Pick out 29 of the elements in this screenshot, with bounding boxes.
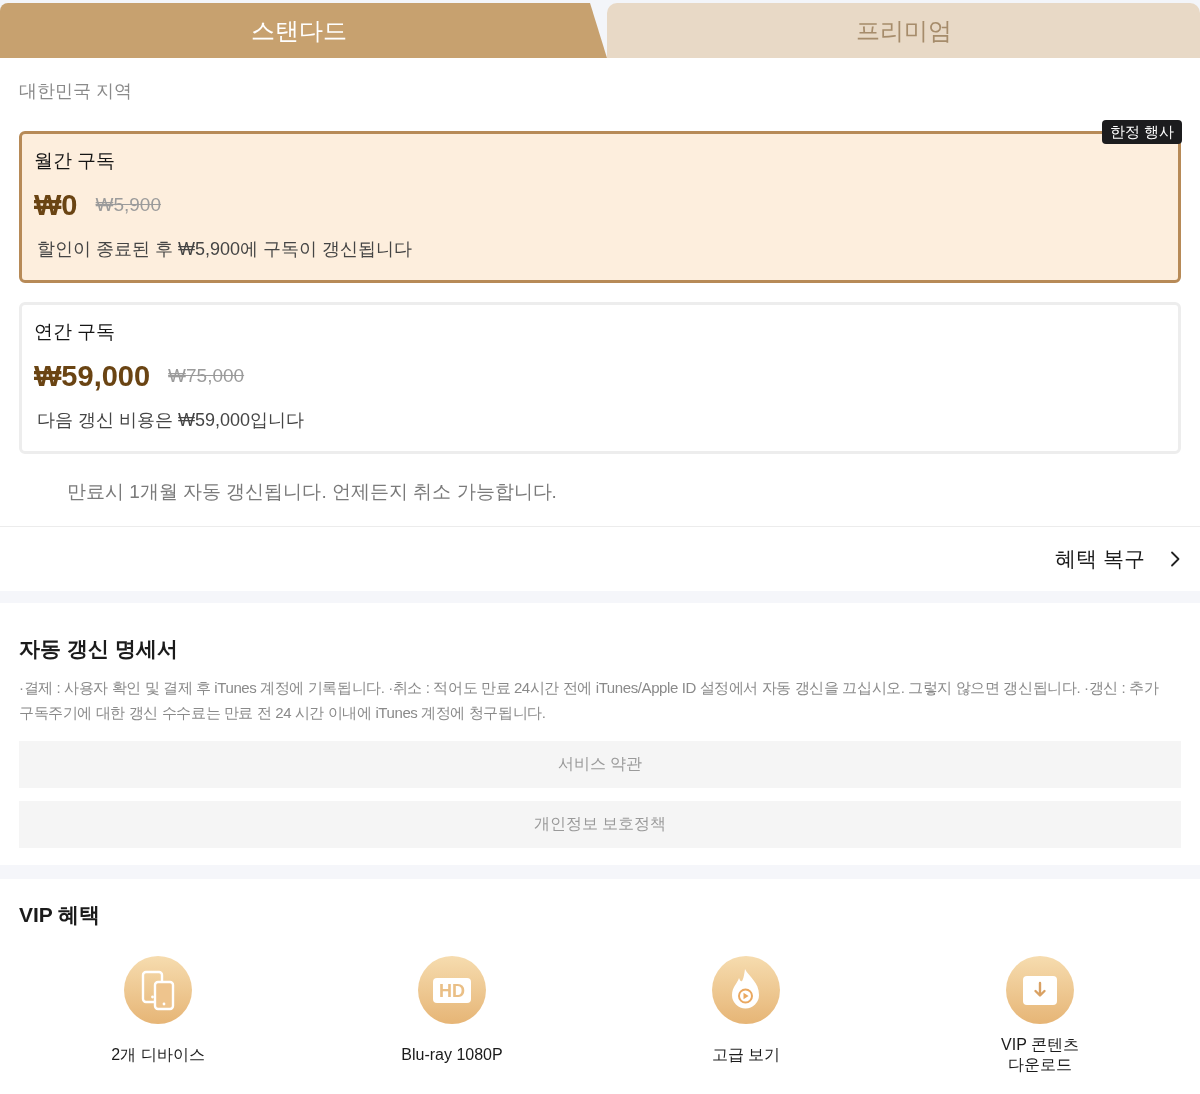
benefit-label: VIP 콘텐츠 다운로드 [1001, 1035, 1079, 1075]
region-label: 대한민국 지역 [18, 80, 133, 103]
plan-name: 연간 구독 [34, 321, 116, 342]
plan-price: ₩0 [34, 188, 78, 223]
renewal-note: 만료시 1개월 자동 갱신됩니다. 언제든지 취소 가능합니다. [67, 481, 557, 502]
benefit-label: 고급 보기 [711, 1045, 781, 1065]
section-title: VIP 혜택 [19, 903, 101, 926]
plan-tab[interactable]: 프리미엄 [607, 3, 1200, 58]
policy-link-button[interactable]: 개인정보 보호정책 [19, 801, 1181, 848]
renewal-info: 할인이 종료된 후 ₩5,900에 구독이 갱신됩니다 [37, 239, 413, 259]
benefit-label: Blu-ray 1080P [401, 1045, 503, 1065]
devices-icon [124, 956, 192, 1024]
promo-badge: 한정 행사 [1101, 120, 1182, 144]
section-title: 자동 갱신 명세서 [19, 637, 178, 660]
hd-icon: HD [418, 956, 486, 1024]
original-price: ₩75,000 [168, 364, 245, 388]
policy-link-button[interactable]: 서비스 약관 [19, 741, 1181, 788]
chevron-right-icon [1170, 551, 1180, 567]
renewal-info: 다음 갱신 비용은 ₩59,000입니다 [37, 410, 305, 430]
plan-tab[interactable]: 스탠다드 [0, 3, 607, 58]
plan-card[interactable]: 연간 구독 ₩59,000 ₩75,000 다음 갱신 비용은 ₩59,000입니다 [19, 302, 1181, 454]
benefit-label: 2개 디바이스 [111, 1045, 205, 1065]
download-icon [1006, 956, 1074, 1024]
plan-price: ₩59,000 [34, 359, 151, 394]
flame-play-icon [712, 956, 780, 1024]
restore-benefits-link[interactable]: 혜택 복구 [1055, 545, 1180, 573]
original-price: ₩5,900 [95, 193, 161, 217]
plan-name: 월간 구독 [34, 150, 116, 171]
terms-text: ·결제 : 사용자 확인 및 결제 후 iTunes 계정에 기록됩니다. ·취소 : 적어도 만료 24시간 전에 iTunes/Apple ID 설정에서 자동 갱신을 끄십시오. 그렇지 않으면 갱신됩니다. ·갱신 : 추가 구독주기에 대한 갱신 수수료는 만료 전 24 시간 이내에 iTunes 계정에 청구됩니다. [19, 678, 1160, 723]
